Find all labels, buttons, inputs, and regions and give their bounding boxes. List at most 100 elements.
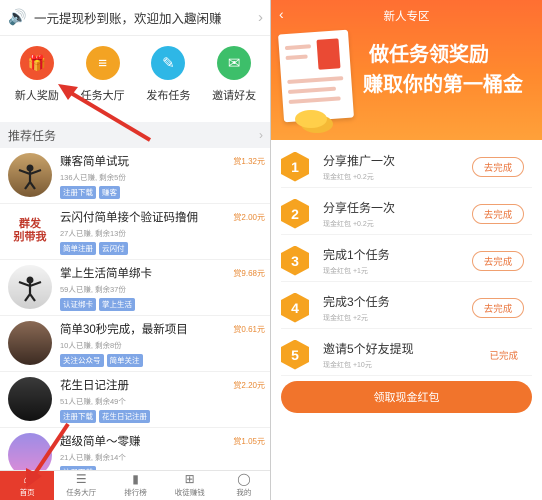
completed-label: 已完成 bbox=[489, 350, 518, 362]
task-tag: 赚客 bbox=[99, 186, 120, 199]
task-price: 赏0.61元 bbox=[233, 325, 265, 334]
step-number-badge: 3 bbox=[281, 245, 309, 276]
go-complete-button[interactable]: 去完成 bbox=[472, 297, 524, 318]
reward-task-name: 邀请5个好友提现 bbox=[323, 341, 414, 356]
task-row[interactable]: 花生日记注册 51人已赚, 剩余49个 注册下载 花生日记注册 赏2.20元 bbox=[0, 372, 271, 428]
task-hall-icon: ☰ bbox=[75, 472, 87, 486]
notice-text: 一元提现秒到账，欢迎加入趣闲赚 bbox=[34, 12, 222, 26]
chevron-right-icon: › bbox=[259, 128, 263, 142]
task-price: 赏1.32元 bbox=[233, 157, 265, 166]
task-hall-icon: ≡ bbox=[85, 46, 120, 80]
task-price: 赏1.05元 bbox=[233, 437, 265, 446]
speaker-icon: 🔊 bbox=[8, 8, 27, 26]
task-tag: 认证绑卡 bbox=[60, 298, 96, 311]
task-row[interactable]: 简单30秒完成，最新项目 10人已赚, 剩余8份 关注公众号 简单关注 赏0.61… bbox=[0, 316, 271, 372]
reward-task-row: 3 完成1个任务 现金红包 +1元 去完成 bbox=[281, 240, 532, 282]
task-meta: 51人已赚, 剩余49个 bbox=[60, 397, 126, 406]
reward-task-row: 2 分享任务一次 现金红包 +0.2元 去完成 bbox=[281, 193, 532, 235]
task-thumbnail bbox=[8, 153, 52, 197]
coins-illustration bbox=[295, 110, 327, 128]
bottom-tab-bar: ⌂ 首页 ☰ 任务大厅 ▮ 排行榜 ⊞ 收徒赚钱 ◯ 我的 bbox=[0, 470, 271, 500]
task-meta: 27人已赚, 剩余13份 bbox=[60, 229, 126, 238]
reward-task-row: 5 邀请5个好友提现 现金红包 +10元 已完成 bbox=[281, 334, 532, 376]
reward-task-row: 1 分享推广一次 现金红包 +0.2元 去完成 bbox=[281, 146, 532, 188]
step-number-badge: 4 bbox=[281, 292, 309, 323]
task-row[interactable]: 掌上生活简单绑卡 59人已赚, 剩余37份 认证绑卡 掌上生活 赏9.68元 bbox=[0, 260, 271, 316]
quick-item-2[interactable]: ✎ 发布任务 bbox=[138, 46, 198, 116]
page-title: 新人专区 bbox=[383, 11, 430, 23]
reward-task-name: 完成1个任务 bbox=[323, 247, 390, 262]
reward-task-bonus: 现金红包 +1元 bbox=[323, 267, 368, 275]
ranking-icon: ▮ bbox=[132, 472, 139, 486]
task-meta: 59人已赚, 剩余37份 bbox=[60, 285, 126, 294]
step-number-badge: 5 bbox=[281, 339, 309, 370]
quick-item-3[interactable]: ✉ 邀请好友 bbox=[204, 46, 264, 116]
reward-task-row: 4 完成3个任务 现金红包 +2元 去完成 bbox=[281, 287, 532, 329]
quick-item-label: 邀请好友 bbox=[212, 90, 257, 102]
phone-illustration bbox=[278, 29, 354, 123]
tab-home[interactable]: ⌂ 首页 bbox=[0, 471, 55, 500]
reward-task-bonus: 现金红包 +0.2元 bbox=[323, 220, 374, 228]
tab-task-hall[interactable]: ☰ 任务大厅 bbox=[54, 471, 108, 500]
task-tag: 云闪付 bbox=[99, 242, 128, 255]
chevron-right-icon: › bbox=[258, 9, 263, 26]
task-thumbnail bbox=[8, 265, 52, 309]
task-tag: 注册下载 bbox=[60, 186, 96, 199]
gift-icon: 🎁 bbox=[19, 46, 54, 80]
newbie-banner: ‹ 新人专区 做任务领奖励 赚取你的第一桶金 bbox=[271, 0, 542, 140]
task-price: 赏2.00元 bbox=[233, 213, 265, 222]
right-panel: ‹ 新人专区 做任务领奖励 赚取你的第一桶金 1 分享推广一次 现金红包 +0.… bbox=[271, 0, 542, 500]
task-tag: 掌上生活 bbox=[99, 298, 135, 311]
tab-label: 收徒赚钱 bbox=[174, 488, 205, 497]
claim-cash-button[interactable]: 领取现金红包 bbox=[281, 381, 532, 413]
task-tag: 简单关注 bbox=[106, 354, 143, 367]
home-icon: ⌂ bbox=[23, 472, 31, 486]
banner-headline: 做任务领奖励 bbox=[369, 44, 489, 66]
invite-icon: ✉ bbox=[217, 46, 252, 80]
reward-task-name: 分享任务一次 bbox=[323, 200, 396, 215]
tab-ranking[interactable]: ▮ 排行榜 bbox=[108, 471, 162, 500]
task-row[interactable]: 群发 别带我 云闪付简单接个验证码撸佣 27人已赚, 剩余13份 简单注册 云闪付… bbox=[0, 204, 271, 260]
task-row[interactable]: 赚客简单试玩 136人已赚, 剩余5份 注册下载 赚客 赏1.32元 bbox=[0, 148, 271, 204]
quick-menu: 🎁 新人奖励 ≡ 任务大厅 ✎ 发布任务 ✉ 邀请好友 bbox=[0, 36, 271, 122]
task-thumbnail: 群发 别带我 bbox=[8, 209, 52, 253]
task-meta: 10人已赚, 剩余8份 bbox=[60, 341, 122, 350]
tab-label: 我的 bbox=[236, 488, 252, 497]
reward-task-name: 完成3个任务 bbox=[323, 294, 390, 309]
task-list: 赚客简单试玩 136人已赚, 剩余5份 注册下载 赚客 赏1.32元 群发 别带我 … bbox=[0, 148, 271, 484]
reward-task-bonus: 现金红包 +10元 bbox=[323, 361, 372, 369]
go-complete-button[interactable]: 去完成 bbox=[472, 250, 524, 271]
reward-task-bonus: 现金红包 +0.2元 bbox=[323, 173, 374, 181]
task-thumbnail bbox=[8, 377, 52, 421]
quick-item-label: 任务大厅 bbox=[80, 90, 125, 102]
tab-label: 排行榜 bbox=[124, 488, 147, 497]
reward-task-bonus: 现金红包 +2元 bbox=[323, 314, 368, 322]
profile-icon: ◯ bbox=[237, 472, 251, 486]
apprentice-icon: ⊞ bbox=[184, 472, 195, 486]
left-panel: 🔊 一元提现秒到账，欢迎加入趣闲赚 › 🎁 新人奖励 ≡ 任务大厅 ✎ 发布任务 ✉ … bbox=[0, 0, 271, 500]
recommended-tasks-header[interactable]: 推荐任务 › bbox=[0, 122, 271, 148]
go-complete-button[interactable]: 去完成 bbox=[472, 203, 524, 224]
step-number-badge: 2 bbox=[281, 198, 309, 229]
task-thumbnail bbox=[8, 321, 52, 365]
notice-bar[interactable]: 🔊 一元提现秒到账，欢迎加入趣闲赚 › bbox=[0, 0, 271, 36]
tab-label: 任务大厅 bbox=[66, 488, 97, 497]
task-tag: 注册下载 bbox=[60, 410, 96, 423]
task-tag: 关注公众号 bbox=[60, 354, 104, 367]
quick-item-1[interactable]: ≡ 任务大厅 bbox=[73, 46, 133, 116]
task-meta: 136人已赚, 剩余5份 bbox=[60, 173, 126, 182]
publish-icon: ✎ bbox=[151, 46, 186, 80]
reward-task-list: 1 分享推广一次 现金红包 +0.2元 去完成 2 分享任务一次 现金红包 +0.… bbox=[271, 140, 542, 376]
task-meta: 21人已赚, 剩余14个 bbox=[60, 453, 126, 462]
task-price: 赏9.68元 bbox=[233, 269, 265, 278]
reward-task-name: 分享推广一次 bbox=[323, 153, 396, 168]
banner-subheadline: 赚取你的第一桶金 bbox=[363, 74, 523, 96]
tab-label: 首页 bbox=[19, 488, 35, 497]
tab-profile[interactable]: ◯ 我的 bbox=[217, 471, 271, 500]
task-price: 赏2.20元 bbox=[233, 381, 265, 390]
quick-item-0[interactable]: 🎁 新人奖励 bbox=[7, 46, 67, 116]
thumb-text: 群发 别带我 bbox=[13, 218, 47, 243]
go-complete-button[interactable]: 去完成 bbox=[472, 156, 524, 177]
tab-apprentice[interactable]: ⊞ 收徒赚钱 bbox=[163, 471, 217, 500]
quick-item-label: 新人奖励 bbox=[14, 90, 59, 102]
